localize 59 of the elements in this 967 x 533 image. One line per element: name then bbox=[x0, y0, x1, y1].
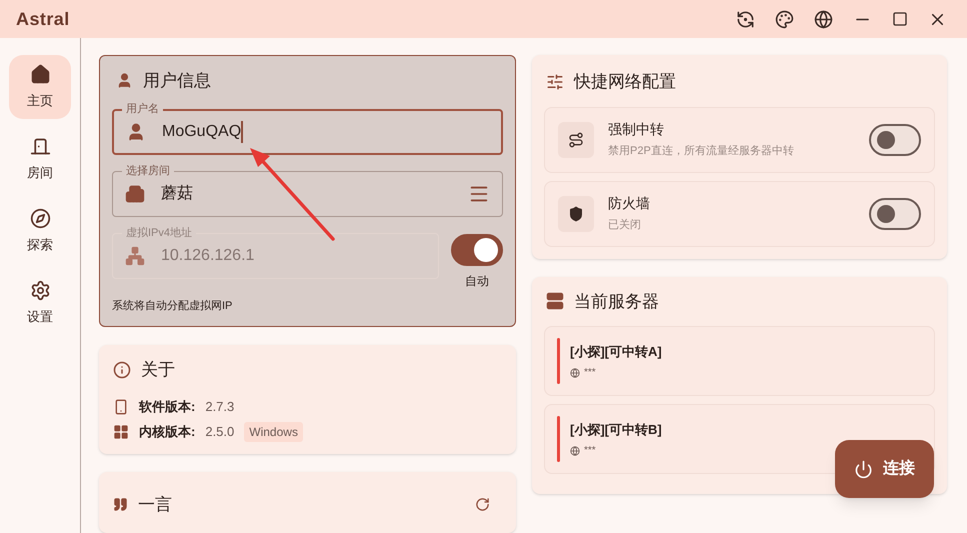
sync-icon[interactable] bbox=[736, 10, 755, 28]
version-value: 2.7.3 bbox=[205, 398, 234, 416]
server-name: [小探][可中转A] bbox=[570, 342, 662, 361]
hint-text: 系统将自动分配虚拟网IP bbox=[112, 298, 234, 314]
window-title: Astral bbox=[16, 8, 70, 30]
server-address: *** bbox=[584, 444, 596, 458]
card-title: 用户信息 bbox=[143, 70, 211, 92]
toggle-switch[interactable] bbox=[451, 234, 503, 266]
toggle-switch[interactable] bbox=[869, 124, 921, 156]
quote-icon bbox=[113, 496, 128, 512]
explore-icon bbox=[30, 208, 50, 229]
sidebar-item[interactable]: 主页 bbox=[9, 55, 71, 119]
field-value: MoGuQAQ bbox=[162, 122, 242, 142]
language-icon[interactable] bbox=[814, 10, 833, 28]
power-icon bbox=[854, 460, 873, 478]
card-title: 当前服务器 bbox=[574, 290, 659, 312]
card-title: 一言 bbox=[138, 494, 172, 516]
network-icon bbox=[125, 246, 145, 266]
field-label: 虚拟IPv4地址 bbox=[122, 224, 196, 240]
server-item[interactable]: [小探][可中转A] *** bbox=[544, 326, 935, 396]
globe-icon bbox=[570, 368, 580, 378]
version-value: 2.5.0 bbox=[205, 422, 234, 441]
setting-subtitle: 禁用P2P直连，所有流量经服务器中转 bbox=[608, 144, 794, 160]
card-title: 关于 bbox=[141, 359, 175, 381]
grid-icon bbox=[113, 424, 129, 440]
server-address: *** bbox=[584, 366, 596, 380]
sidebar-item[interactable]: 探索 bbox=[9, 199, 71, 263]
info-icon bbox=[113, 360, 131, 379]
setting-title: 防火墙 bbox=[608, 194, 650, 214]
field-value: 10.126.126.1 bbox=[161, 246, 254, 266]
refresh-icon[interactable] bbox=[475, 496, 490, 512]
route-icon bbox=[558, 122, 594, 158]
sliders-icon bbox=[546, 72, 564, 91]
version-label: 软件版本: bbox=[139, 398, 196, 416]
field-label: 用户名 bbox=[122, 100, 163, 116]
phone-icon bbox=[113, 398, 129, 414]
shield-icon bbox=[558, 196, 594, 232]
platform-tag: Windows bbox=[244, 422, 303, 442]
server-icon bbox=[546, 292, 564, 310]
sidebar-item[interactable]: 设置 bbox=[9, 271, 71, 335]
version-label: 内核版本: bbox=[139, 422, 196, 441]
card-title: 快捷网络配置 bbox=[574, 71, 676, 93]
home-icon bbox=[30, 64, 50, 85]
maximize-icon[interactable] bbox=[892, 11, 908, 27]
toggle-label: 自动 bbox=[465, 272, 489, 290]
settings-icon bbox=[30, 280, 50, 301]
user-icon bbox=[116, 72, 133, 90]
connect-button[interactable]: 连接 bbox=[835, 440, 934, 498]
server-name: [小探][可中转B] bbox=[570, 420, 662, 439]
globe-icon bbox=[570, 446, 580, 456]
sidebar-item[interactable]: 房间 bbox=[9, 127, 71, 191]
theme-icon[interactable] bbox=[775, 10, 794, 28]
setting-subtitle: 已关闭 bbox=[608, 218, 642, 234]
setting-title: 强制中转 bbox=[608, 120, 665, 140]
toggle-switch[interactable] bbox=[869, 198, 921, 230]
text-cursor bbox=[241, 120, 244, 142]
field-value: 蘑菇 bbox=[161, 184, 193, 204]
room-icon bbox=[30, 136, 50, 157]
field-label: 选择房间 bbox=[122, 162, 174, 178]
